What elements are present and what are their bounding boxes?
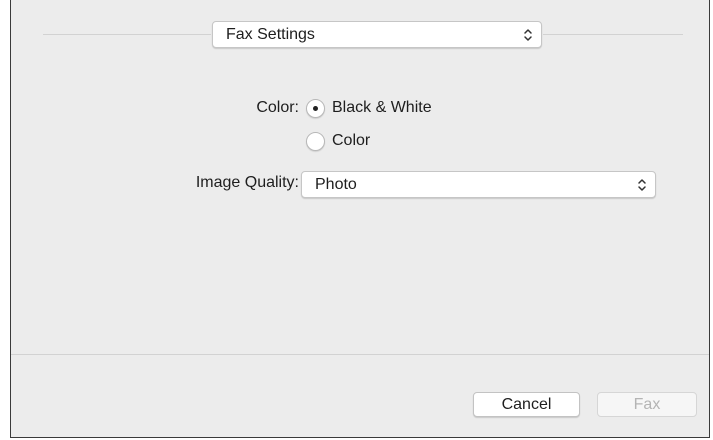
settings-section-popup[interactable]: Fax Settings [212,21,542,48]
cancel-button[interactable]: Cancel [473,392,580,417]
fax-dialog: Fax Settings Color: Black & White Color … [10,0,710,438]
header-divider-left [43,34,211,35]
footer-divider [11,354,709,355]
image-quality-value: Photo [315,176,357,193]
radio-black-white-label[interactable]: Black & White [332,99,432,117]
header-divider-right [543,34,683,35]
up-down-chevron-icon [524,29,532,41]
radio-color[interactable] [306,132,325,151]
up-down-chevron-icon [638,179,646,191]
color-label: Color: [256,99,299,116]
radio-selected-dot [313,106,318,111]
radio-black-white[interactable] [306,99,325,118]
image-quality-label: Image Quality: [195,174,299,191]
fax-button[interactable]: Fax [597,392,697,417]
settings-section-value: Fax Settings [226,26,315,43]
radio-color-label[interactable]: Color [332,132,370,150]
image-quality-popup[interactable]: Photo [301,171,656,198]
